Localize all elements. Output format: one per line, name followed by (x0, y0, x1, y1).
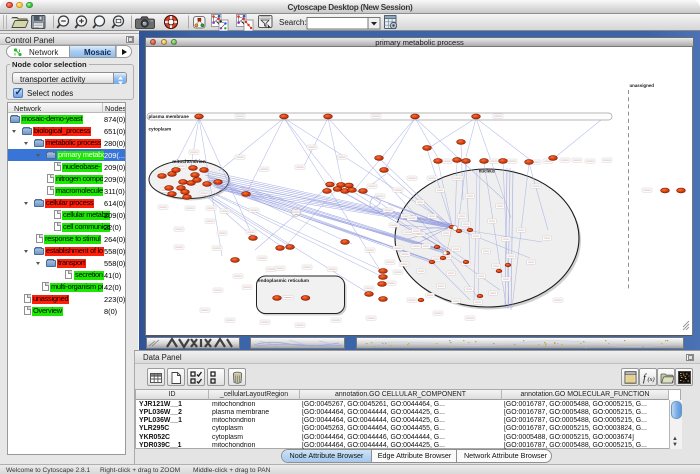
svg-text:nucleus: nucleus (479, 169, 496, 174)
svg-text:endoplasmic reticulum: endoplasmic reticulum (258, 278, 309, 283)
svg-text:Search:: Search: (279, 18, 307, 27)
svg-text:plasma membrane: plasma membrane (149, 114, 190, 119)
svg-text:f: f (643, 373, 647, 384)
svg-text:(x): (x) (648, 376, 655, 383)
svg-text:cytoplasm: cytoplasm (149, 127, 172, 132)
svg-text:unassigned: unassigned (630, 83, 655, 88)
